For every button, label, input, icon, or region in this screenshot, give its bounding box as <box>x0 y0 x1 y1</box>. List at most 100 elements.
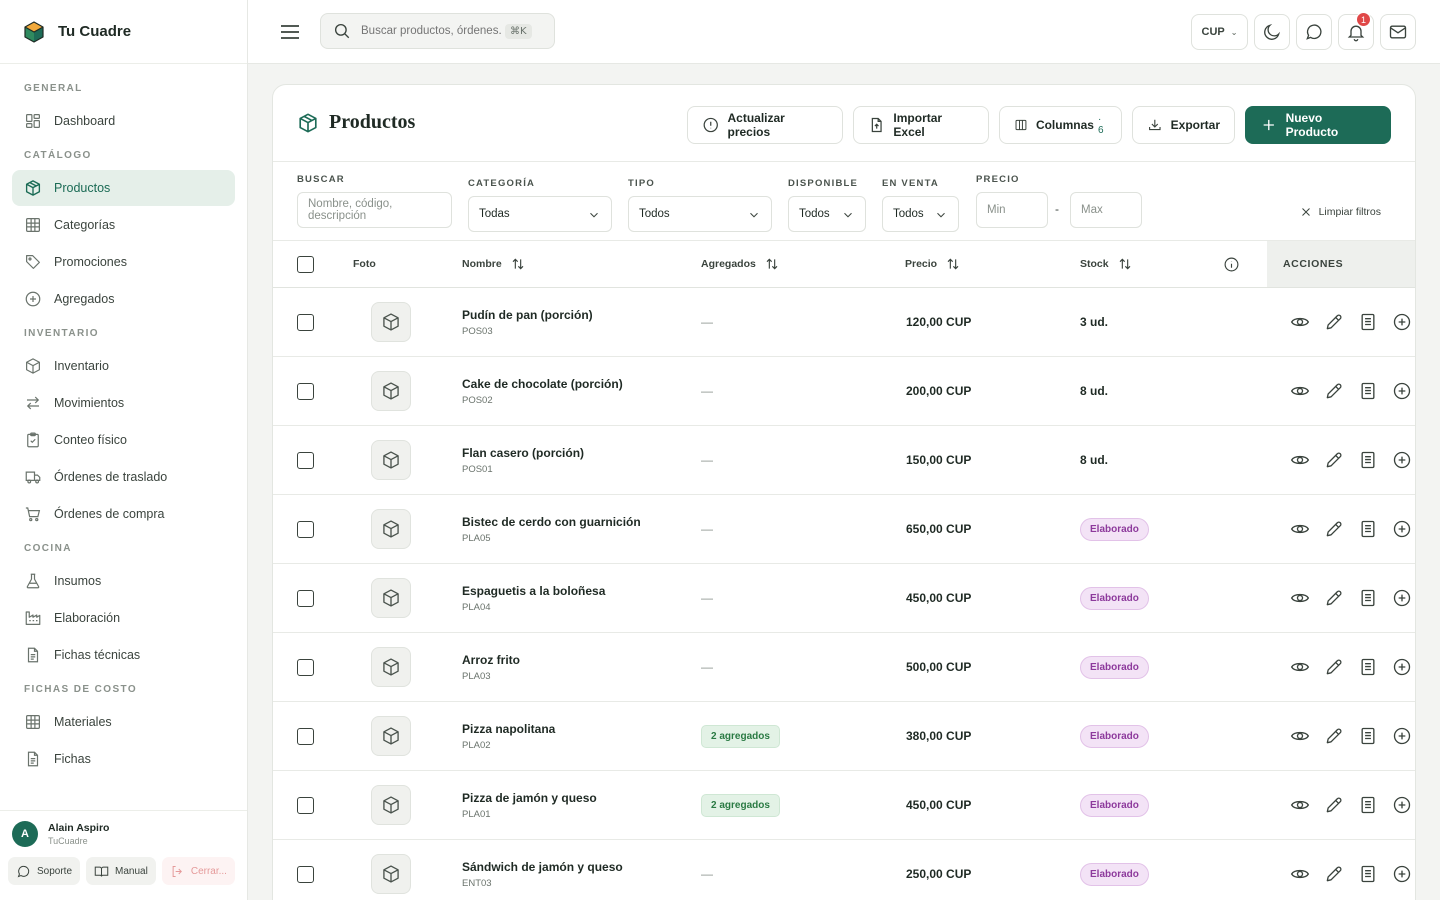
messages-button[interactable] <box>1296 14 1332 50</box>
table-row[interactable]: Pizza de jamón y queso PLA01 2 agregados 45… <box>273 771 1415 840</box>
view-icon[interactable] <box>1290 657 1310 677</box>
add-circle-icon[interactable] <box>1392 864 1412 884</box>
sheet-icon[interactable] <box>1358 864 1378 884</box>
clear-filters-button[interactable]: Limpiar filtros <box>1300 206 1381 218</box>
sheet-icon[interactable] <box>1358 657 1378 677</box>
col-price[interactable]: Precio <box>905 241 961 287</box>
sidebar-item[interactable]: Movimientos <box>12 385 235 421</box>
product-name[interactable]: Pizza napolitana <box>462 722 555 736</box>
sheet-icon[interactable] <box>1358 381 1378 401</box>
brand[interactable]: Tu Cuadre <box>0 0 247 64</box>
row-checkbox[interactable] <box>297 520 314 538</box>
price-max-input[interactable]: Max <box>1070 192 1142 228</box>
support-button[interactable]: Soporte <box>8 857 81 885</box>
view-icon[interactable] <box>1290 519 1310 539</box>
table-row[interactable]: Bistec de cerdo con guarnición PLA05 — 650,… <box>273 495 1415 564</box>
edit-icon[interactable] <box>1324 657 1344 677</box>
sheet-icon[interactable] <box>1358 519 1378 539</box>
sidebar-item[interactable]: Órdenes de compra <box>12 496 235 532</box>
notifications-button[interactable]: 1 <box>1338 12 1374 50</box>
add-circle-icon[interactable] <box>1392 588 1412 608</box>
sheet-icon[interactable] <box>1358 450 1378 470</box>
sheet-icon[interactable] <box>1358 726 1378 746</box>
sidebar-item[interactable]: Insumos <box>12 563 235 599</box>
product-name[interactable]: Arroz frito <box>462 653 520 667</box>
manual-button[interactable]: Manual <box>86 857 156 885</box>
col-stock[interactable]: Stock <box>1080 241 1133 287</box>
import-excel-button[interactable]: Importar Excel <box>853 106 989 144</box>
sidebar-item[interactable]: Promociones <box>12 244 235 280</box>
product-name[interactable]: Pizza de jamón y queso <box>462 791 597 805</box>
add-circle-icon[interactable] <box>1392 450 1412 470</box>
add-circle-icon[interactable] <box>1392 519 1412 539</box>
product-name[interactable]: Cake de chocolate (porción) <box>462 377 623 391</box>
table-row[interactable]: Espaguetis a la boloñesa PLA04 — 450,00 CUP… <box>273 564 1415 633</box>
update-prices-button[interactable]: Actualizar precios <box>687 106 843 144</box>
edit-icon[interactable] <box>1324 312 1344 332</box>
sidebar-item[interactable]: Dashboard <box>12 103 235 139</box>
edit-icon[interactable] <box>1324 864 1344 884</box>
info-icon[interactable] <box>1223 256 1240 273</box>
add-circle-icon[interactable] <box>1392 312 1412 332</box>
sheet-icon[interactable] <box>1358 312 1378 332</box>
sheet-icon[interactable] <box>1358 588 1378 608</box>
columns-button[interactable]: Columnas · 6 <box>999 106 1122 144</box>
export-button[interactable]: Exportar <box>1132 106 1235 144</box>
row-checkbox[interactable] <box>297 313 314 331</box>
view-icon[interactable] <box>1290 726 1310 746</box>
available-select[interactable]: Todos <box>788 196 866 232</box>
add-circle-icon[interactable] <box>1392 381 1412 401</box>
row-checkbox[interactable] <box>297 451 314 469</box>
view-icon[interactable] <box>1290 588 1310 608</box>
sidebar-item[interactable]: Categorías <box>12 207 235 243</box>
product-name[interactable]: Pudín de pan (porción) <box>462 308 593 322</box>
edit-icon[interactable] <box>1324 519 1344 539</box>
sidebar-item[interactable]: Inventario <box>12 348 235 384</box>
edit-icon[interactable] <box>1324 450 1344 470</box>
search-input[interactable] <box>361 25 501 37</box>
user-profile[interactable]: A Alain Aspiro TuCuadre <box>0 811 247 847</box>
view-icon[interactable] <box>1290 795 1310 815</box>
edit-icon[interactable] <box>1324 726 1344 746</box>
table-row[interactable]: Pudín de pan (porción) POS03 — 120,00 CUP 3 … <box>273 288 1415 357</box>
onsale-select[interactable]: Todos <box>882 196 959 232</box>
price-min-input[interactable]: Min <box>976 192 1048 228</box>
edit-icon[interactable] <box>1324 381 1344 401</box>
logout-button[interactable]: Cerrar... <box>161 857 235 885</box>
menu-toggle-icon[interactable] <box>278 20 302 44</box>
col-added[interactable]: Agregados <box>701 241 780 287</box>
currency-select[interactable]: CUP ⌄ <box>1191 14 1248 50</box>
theme-toggle-button[interactable] <box>1254 14 1290 50</box>
sidebar-item[interactable]: Materiales <box>12 704 235 740</box>
product-name[interactable]: Espaguetis a la boloñesa <box>462 584 605 598</box>
row-checkbox[interactable] <box>297 727 314 745</box>
sheet-icon[interactable] <box>1358 795 1378 815</box>
sidebar-item[interactable]: Fichas <box>12 741 235 777</box>
product-name[interactable]: Bistec de cerdo con guarnición <box>462 515 641 529</box>
table-row[interactable]: Cake de chocolate (porción) POS02 — 200,00 … <box>273 357 1415 426</box>
table-row[interactable]: Sándwich de jamón y queso ENT03 — 250,00 CU… <box>273 840 1415 900</box>
search-filter-input[interactable]: Nombre, código, descripción <box>297 192 452 228</box>
view-icon[interactable] <box>1290 381 1310 401</box>
sidebar-item[interactable]: Fichas técnicas <box>12 637 235 673</box>
row-checkbox[interactable] <box>297 796 314 814</box>
product-name[interactable]: Sándwich de jamón y queso <box>462 860 623 874</box>
row-checkbox[interactable] <box>297 865 314 883</box>
select-all-checkbox[interactable] <box>297 255 314 273</box>
row-checkbox[interactable] <box>297 658 314 676</box>
edit-icon[interactable] <box>1324 795 1344 815</box>
sidebar-item[interactable]: Agregados <box>12 281 235 317</box>
row-checkbox[interactable] <box>297 589 314 607</box>
new-product-button[interactable]: Nuevo Producto <box>1245 106 1391 144</box>
product-name[interactable]: Flan casero (porción) <box>462 446 584 460</box>
view-icon[interactable] <box>1290 450 1310 470</box>
edit-icon[interactable] <box>1324 588 1344 608</box>
mail-button[interactable] <box>1380 14 1416 50</box>
view-icon[interactable] <box>1290 864 1310 884</box>
global-search[interactable]: ⌘K <box>320 13 555 49</box>
sidebar-item[interactable]: Elaboración <box>12 600 235 636</box>
add-circle-icon[interactable] <box>1392 657 1412 677</box>
view-icon[interactable] <box>1290 312 1310 332</box>
sidebar-item[interactable]: Conteo físico <box>12 422 235 458</box>
row-checkbox[interactable] <box>297 382 314 400</box>
